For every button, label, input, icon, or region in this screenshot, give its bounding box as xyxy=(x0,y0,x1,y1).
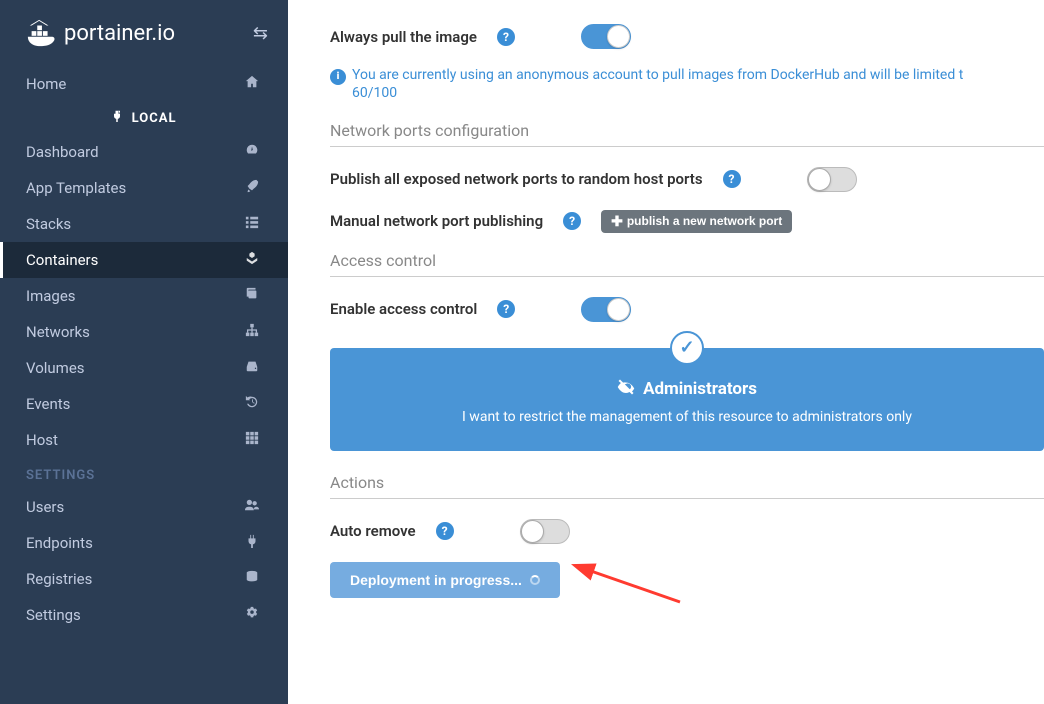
deploy-label: Deployment in progress... xyxy=(350,572,522,588)
sidebar-item-users[interactable]: Users xyxy=(0,489,288,525)
sidebar-item-settings[interactable]: Settings xyxy=(0,597,288,633)
cogs-icon xyxy=(242,606,262,624)
info-ratio: 60/100 xyxy=(352,85,397,101)
auto-remove-row: Auto remove ? xyxy=(330,519,1044,544)
list-icon xyxy=(242,215,262,233)
rocket-icon xyxy=(242,179,262,197)
users-icon xyxy=(242,498,262,516)
sidebar-item-label: Dashboard xyxy=(26,143,99,161)
sidebar-item-dashboard[interactable]: Dashboard xyxy=(0,134,288,170)
plug-icon xyxy=(111,111,127,126)
sidebar-item-home[interactable]: Home xyxy=(0,66,288,102)
brand-logo[interactable]: portainer.io xyxy=(26,18,175,48)
manual-port-row: Manual network port publishing ? ✚ publi… xyxy=(330,210,1044,233)
manual-port-label: Manual network port publishing xyxy=(330,212,543,230)
publish-port-button[interactable]: ✚ publish a new network port xyxy=(601,210,792,233)
network-ports-section-title: Network ports configuration xyxy=(330,121,1044,147)
deploy-button[interactable]: Deployment in progress... xyxy=(330,562,560,598)
access-admins-card[interactable]: ✓ Administrators I want to restrict the … xyxy=(330,348,1044,451)
clone-icon xyxy=(242,287,262,305)
sidebar-item-label: Images xyxy=(26,287,76,305)
publish-all-row: Publish all exposed network ports to ran… xyxy=(330,167,1044,192)
sidebar-item-label: App Templates xyxy=(26,179,126,197)
info-icon: i xyxy=(330,69,346,85)
sidebar-collapse-icon[interactable]: ⇆ xyxy=(253,23,268,44)
sidebar-item-host[interactable]: Host xyxy=(0,422,288,458)
sidebar-item-label: Home xyxy=(26,75,66,93)
help-icon[interactable]: ? xyxy=(497,28,515,46)
sidebar-item-label: Volumes xyxy=(26,359,85,377)
hdd-icon xyxy=(242,359,262,377)
publish-all-toggle[interactable] xyxy=(807,167,857,192)
sidebar-item-label: Users xyxy=(26,498,64,516)
access-card-title: Administrators xyxy=(643,379,757,399)
sidebar-item-events[interactable]: Events xyxy=(0,386,288,422)
enable-access-label: Enable access control xyxy=(330,300,477,318)
spinner-icon xyxy=(530,575,540,585)
annotation-arrow xyxy=(580,558,690,612)
gauge-icon xyxy=(242,143,262,161)
brand-text: portainer.io xyxy=(64,21,175,46)
grid-icon xyxy=(242,431,262,449)
always-pull-row: Always pull the image ? xyxy=(330,24,1044,49)
publish-port-label: publish a new network port xyxy=(627,214,782,228)
plus-icon: ✚ xyxy=(611,213,623,230)
sitemap-icon xyxy=(242,323,262,341)
env-label: LOCAL xyxy=(132,111,177,126)
sidebar-item-label: Host xyxy=(26,431,58,449)
sidebar-item-registries[interactable]: Registries xyxy=(0,561,288,597)
sidebar-item-containers[interactable]: Containers xyxy=(0,242,288,278)
plug-icon xyxy=(242,534,262,552)
sidebar-item-label: Containers xyxy=(26,251,98,269)
settings-heading: SETTINGS xyxy=(0,458,288,489)
help-icon[interactable]: ? xyxy=(563,212,581,230)
help-icon[interactable]: ? xyxy=(723,170,741,188)
sidebar-item-label: Networks xyxy=(26,323,90,341)
sidebar-item-volumes[interactable]: Volumes xyxy=(0,350,288,386)
auto-remove-label: Auto remove xyxy=(330,522,416,540)
main-content: Always pull the image ? i You are current… xyxy=(288,0,1044,704)
auto-remove-toggle[interactable] xyxy=(520,519,570,544)
portainer-logo-icon xyxy=(26,18,56,48)
info-text: You are currently using an anonymous acc… xyxy=(352,67,963,83)
sidebar-item-networks[interactable]: Networks xyxy=(0,314,288,350)
database-icon xyxy=(242,570,262,588)
history-icon xyxy=(242,395,262,413)
always-pull-toggle[interactable] xyxy=(581,24,631,49)
sidebar: portainer.io ⇆ Home LOCAL Dashboard App T… xyxy=(0,0,288,704)
sidebar-item-label: Settings xyxy=(26,606,81,624)
sidebar-item-label: Registries xyxy=(26,570,92,588)
sidebar-env-header: LOCAL xyxy=(0,102,288,134)
sidebar-item-app-templates[interactable]: App Templates xyxy=(0,170,288,206)
access-card-desc: I want to restrict the management of thi… xyxy=(350,409,1024,425)
sidebar-item-images[interactable]: Images xyxy=(0,278,288,314)
publish-all-label: Publish all exposed network ports to ran… xyxy=(330,170,703,188)
sidebar-item-label: Events xyxy=(26,395,70,413)
always-pull-label: Always pull the image xyxy=(330,28,477,46)
enable-access-row: Enable access control ? xyxy=(330,297,1044,322)
cubes-icon xyxy=(242,251,262,269)
actions-section-title: Actions xyxy=(330,473,1044,499)
sidebar-item-label: Endpoints xyxy=(26,534,93,552)
sidebar-item-endpoints[interactable]: Endpoints xyxy=(0,525,288,561)
eye-slash-icon xyxy=(617,378,635,401)
sidebar-item-stacks[interactable]: Stacks xyxy=(0,206,288,242)
logo-bar: portainer.io ⇆ xyxy=(0,0,288,66)
sidebar-item-label: Stacks xyxy=(26,215,71,233)
home-icon xyxy=(242,75,262,93)
help-icon[interactable]: ? xyxy=(436,522,454,540)
dockerhub-info-banner: i You are currently using an anonymous ac… xyxy=(330,67,1044,101)
access-control-section-title: Access control xyxy=(330,251,1044,277)
check-icon: ✓ xyxy=(670,331,704,365)
help-icon[interactable]: ? xyxy=(497,300,515,318)
enable-access-toggle[interactable] xyxy=(581,297,631,322)
